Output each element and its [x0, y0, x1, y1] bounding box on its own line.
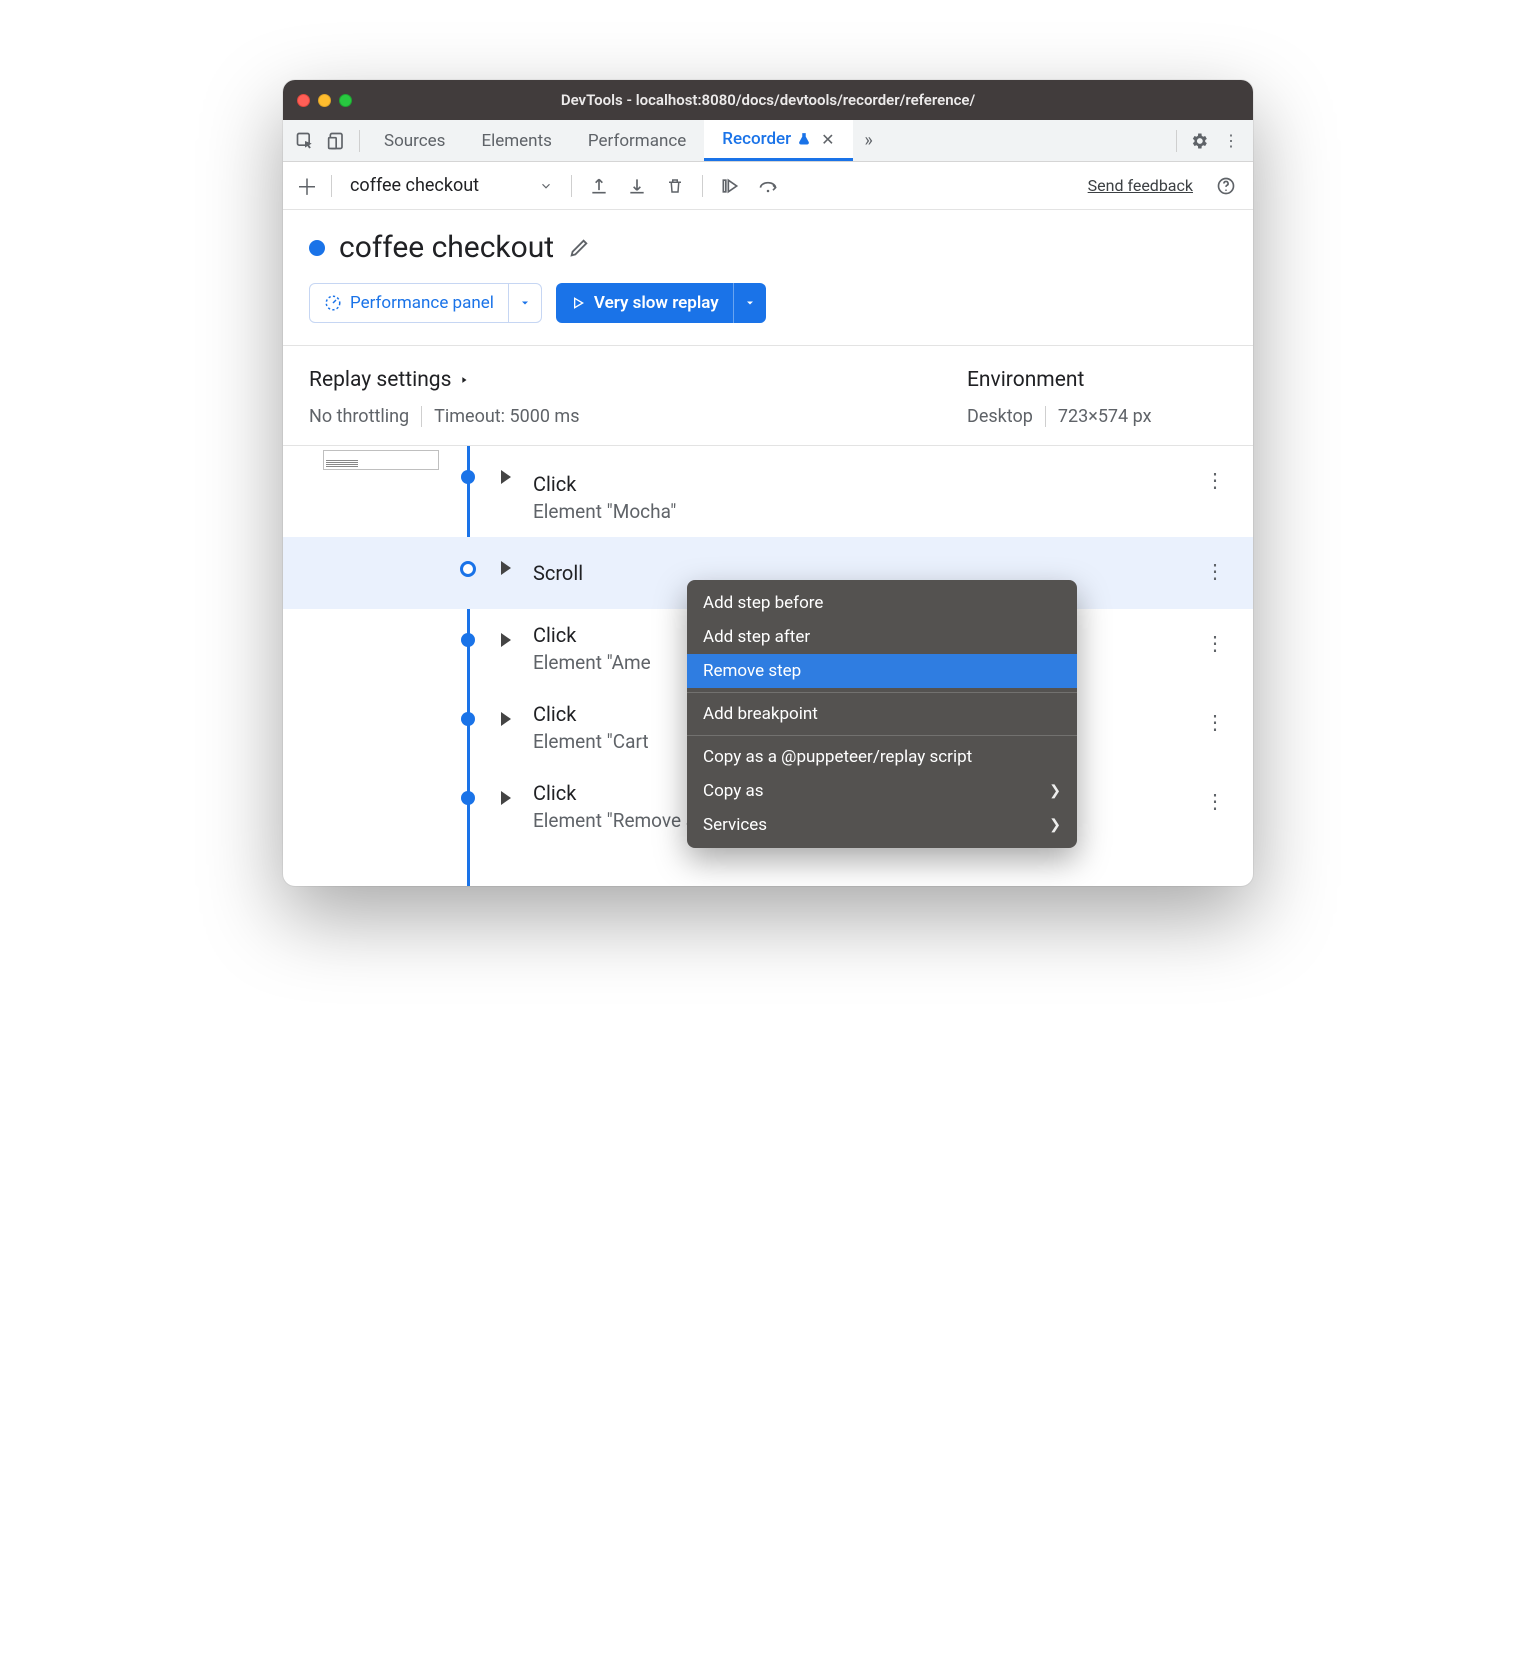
kebab-menu-icon[interactable]: ⋮	[1215, 125, 1247, 157]
disclosure-triangle-icon[interactable]	[501, 470, 511, 484]
tab-recorder[interactable]: Recorder ✕	[704, 120, 852, 161]
recording-selector-label: coffee checkout	[350, 175, 479, 196]
help-icon[interactable]	[1209, 169, 1243, 203]
divider	[702, 175, 703, 197]
divider	[1045, 406, 1046, 427]
send-feedback-link[interactable]: Send feedback	[1088, 176, 1193, 195]
menu-services[interactable]: Services ❯	[687, 808, 1077, 842]
step-click-mocha[interactable]: Click Element "Mocha" ⋮	[283, 446, 1253, 537]
menu-remove-step[interactable]: Remove step	[687, 654, 1077, 688]
menu-add-step-before[interactable]: Add step before	[687, 586, 1077, 620]
step-menu-icon[interactable]: ⋮	[1205, 468, 1227, 492]
divider	[421, 406, 422, 427]
tab-label: Performance	[588, 131, 686, 151]
window-title: DevTools - localhost:8080/docs/devtools/…	[283, 91, 1253, 109]
step-over-icon[interactable]	[751, 169, 785, 203]
disclosure-triangle-icon[interactable]	[501, 561, 511, 575]
maximize-window-button[interactable]	[339, 94, 352, 107]
experiment-icon	[797, 132, 811, 146]
timeline-node	[461, 633, 475, 647]
timeout-value: Timeout: 5000 ms	[434, 406, 579, 427]
timeline-node	[461, 712, 475, 726]
recording-title: coffee checkout	[339, 230, 554, 265]
menu-separator	[687, 735, 1077, 736]
recording-actions: Performance panel Very slow replay	[309, 283, 1227, 323]
performance-panel-button[interactable]: Performance panel	[309, 283, 542, 323]
new-recording-button[interactable]: ＋	[293, 170, 321, 202]
chevron-right-icon: ❯	[1049, 817, 1061, 833]
recording-timeline: Click Element "Mocha" ⋮ Scroll ⋮ Click E…	[283, 446, 1253, 886]
tab-sources[interactable]: Sources	[366, 120, 463, 161]
edit-title-icon[interactable]	[568, 237, 590, 259]
step-title: Click	[533, 472, 1235, 496]
devtools-window: DevTools - localhost:8080/docs/devtools/…	[283, 80, 1253, 886]
import-icon[interactable]	[620, 169, 654, 203]
recording-status-dot	[309, 240, 325, 256]
divider	[571, 175, 572, 197]
more-tabs-icon[interactable]: »	[853, 125, 885, 157]
window-titlebar: DevTools - localhost:8080/docs/devtools/…	[283, 80, 1253, 120]
export-icon[interactable]	[582, 169, 616, 203]
tab-label: Sources	[384, 131, 445, 151]
replay-button[interactable]: Very slow replay	[556, 283, 766, 323]
replay-settings-row: Replay settings No throttling Timeout: 5…	[283, 346, 1253, 446]
replay-settings-heading[interactable]: Replay settings	[309, 368, 927, 392]
performance-panel-dropdown[interactable]	[508, 284, 541, 322]
replay-settings-col: Replay settings No throttling Timeout: 5…	[309, 368, 927, 427]
divider	[359, 130, 360, 152]
tab-performance[interactable]: Performance	[570, 120, 704, 161]
inspect-element-icon[interactable]	[289, 125, 321, 157]
environment-heading: Environment	[967, 368, 1227, 392]
recording-selector[interactable]: coffee checkout	[342, 175, 561, 196]
replay-dropdown[interactable]	[733, 283, 766, 323]
devtools-tabstrip: Sources Elements Performance Recorder ✕ …	[283, 120, 1253, 162]
chevron-down-icon	[539, 179, 553, 193]
step-menu-icon[interactable]: ⋮	[1205, 789, 1227, 813]
close-tab-icon[interactable]: ✕	[821, 130, 834, 149]
timeline-node	[460, 561, 476, 577]
tab-elements[interactable]: Elements	[463, 120, 569, 161]
recording-header: coffee checkout Performance panel Very s…	[283, 210, 1253, 346]
divider	[1176, 130, 1177, 152]
timeline-node	[461, 470, 475, 484]
recording-title-row: coffee checkout	[309, 230, 1227, 265]
minimize-window-button[interactable]	[318, 94, 331, 107]
step-subtitle: Element "Mocha"	[533, 500, 1235, 523]
step-menu-icon[interactable]: ⋮	[1205, 559, 1227, 583]
traffic-lights	[297, 94, 352, 107]
step-menu-icon[interactable]: ⋮	[1205, 631, 1227, 655]
disclosure-triangle-icon[interactable]	[501, 712, 511, 726]
menu-add-step-after[interactable]: Add step after	[687, 620, 1077, 654]
performance-panel-main[interactable]: Performance panel	[310, 284, 508, 322]
tab-label: Elements	[481, 131, 551, 151]
step-menu-icon[interactable]: ⋮	[1205, 710, 1227, 734]
button-label: Performance panel	[350, 293, 494, 313]
recorder-toolbar: ＋ coffee checkout Send feedback	[283, 162, 1253, 210]
timeline-node	[461, 791, 475, 805]
divider	[331, 175, 332, 197]
caret-right-icon	[459, 373, 469, 387]
throttling-value: No throttling	[309, 406, 409, 427]
env-device: Desktop	[967, 406, 1033, 427]
disclosure-triangle-icon[interactable]	[501, 633, 511, 647]
step-context-menu: Add step before Add step after Remove st…	[687, 580, 1077, 848]
tab-label: Recorder	[722, 129, 791, 149]
menu-copy-as[interactable]: Copy as ❯	[687, 774, 1077, 808]
environment-col: Environment Desktop 723×574 px	[967, 368, 1227, 427]
button-label: Very slow replay	[594, 293, 719, 313]
settings-gear-icon[interactable]	[1183, 125, 1215, 157]
replay-main[interactable]: Very slow replay	[556, 283, 733, 323]
device-toolbar-icon[interactable]	[321, 125, 353, 157]
delete-icon[interactable]	[658, 169, 692, 203]
step-play-icon[interactable]	[713, 169, 747, 203]
menu-add-breakpoint[interactable]: Add breakpoint	[687, 697, 1077, 731]
close-window-button[interactable]	[297, 94, 310, 107]
disclosure-triangle-icon[interactable]	[501, 791, 511, 805]
menu-copy-puppeteer[interactable]: Copy as a @puppeteer/replay script	[687, 740, 1077, 774]
chevron-right-icon: ❯	[1049, 783, 1061, 799]
menu-separator	[687, 692, 1077, 693]
env-size: 723×574 px	[1058, 406, 1152, 427]
